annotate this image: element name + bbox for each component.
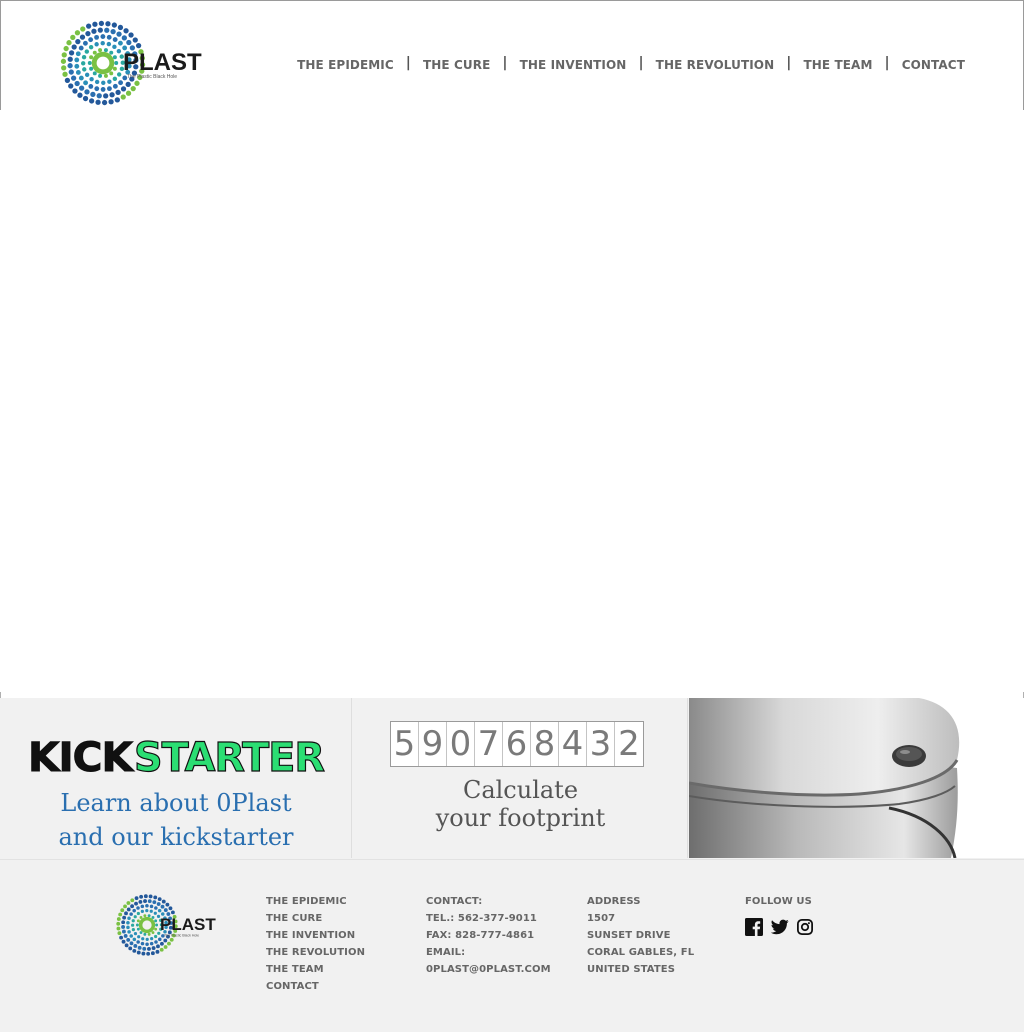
site-footer: PLAST The Plastic Black Hole THE EPIDEMIC… [0,859,1024,1034]
counter-digit: 7 [475,722,503,766]
kickstarter-panel[interactable]: KICK STARTER Learn about 0Plast and our … [0,698,352,858]
nav-separator: | [405,55,411,71]
kickstarter-text: Learn about 0Plast and our kickstarter [0,786,352,854]
address-line: SUNSET DRIVE [587,930,671,941]
contact-heading: CONTACT: [426,896,483,907]
nav-separator: | [884,55,890,71]
counter-digit: 9 [419,722,447,766]
footprint-calculator-panel[interactable]: 5 9 0 7 6 8 4 3 2 Calculate your footpri… [353,698,688,858]
footer-contact: CONTACT: TEL.: 562-377-9011 FAX: 828-777… [426,893,551,978]
calculator-line-1: Calculate [462,776,579,804]
nav-the-revolution[interactable]: THE REVOLUTION [656,58,775,72]
counter-digit: 6 [503,722,531,766]
counter-digit: 5 [391,722,419,766]
main-content-area [0,110,1024,698]
nav-separator: | [638,55,644,71]
svg-text:The Plastic Black Hole: The Plastic Black Hole [164,934,199,938]
logo-mark: PLASTThe Plastic Black Hole [116,894,216,956]
nav-the-team[interactable]: THE TEAM [803,58,872,72]
nav-separator: | [786,55,792,71]
footer-link-the-cure[interactable]: THE CURE [266,910,365,927]
counter-digit: 0 [447,722,475,766]
footer-address: ADDRESS 1507 SUNSET DRIVE CORAL GABLES, … [587,893,694,978]
footer-link-the-invention[interactable]: THE INVENTION [266,927,365,944]
footer-nav: THE EPIDEMIC THE CURE THE INVENTION THE … [266,893,365,995]
kickstarter-logo-starter: STARTER [134,735,324,778]
address-heading: ADDRESS [587,896,641,907]
svg-text:PLAST: PLAST [160,915,216,934]
footer-logo[interactable]: PLAST The Plastic Black Hole [114,893,232,957]
instagram-icon[interactable] [797,918,815,936]
twitter-icon[interactable] [771,918,789,936]
main-nav: THE EPIDEMIC | THE CURE | THE INVENTION … [297,55,965,73]
nav-contact[interactable]: CONTACT [902,58,965,72]
logo-mark: PLASTThe Plastic Black Hole [60,20,202,106]
follow-heading: FOLLOW US [745,896,812,907]
nav-the-cure[interactable]: THE CURE [423,58,490,72]
calculator-line-2: your footprint [435,804,606,832]
counter-digit: 8 [531,722,559,766]
calculator-text: Calculate your footprint [353,776,688,832]
contact-email-link[interactable]: 0PLAST@0PLAST.COM [426,961,551,978]
promo-band: KICK STARTER Learn about 0Plast and our … [0,698,1024,859]
footer-link-contact[interactable]: CONTACT [266,978,365,995]
contact-tel: TEL.: 562-377-9011 [426,913,537,924]
nav-the-invention[interactable]: THE INVENTION [520,58,627,72]
product-photo [689,698,1024,858]
product-image-panel[interactable] [689,698,1024,858]
site-header: PLAST The Plastic Black Hole THE EPIDEMIC… [0,0,1024,110]
nav-the-epidemic[interactable]: THE EPIDEMIC [297,58,394,72]
site-logo[interactable]: PLAST The Plastic Black Hole [57,19,227,107]
counter-digit: 4 [559,722,587,766]
kickstarter-line-1: Learn about 0Plast [60,789,292,817]
footer-link-the-team[interactable]: THE TEAM [266,961,365,978]
kickstarter-line-2: and our kickstarter [58,823,294,851]
contact-email-label: EMAIL: [426,947,466,958]
nav-separator: | [502,55,508,71]
facebook-icon[interactable] [745,918,763,936]
counter-digit: 2 [618,724,640,764]
footer-link-the-revolution[interactable]: THE REVOLUTION [266,944,365,961]
address-line: UNITED STATES [587,964,676,975]
address-line: 1507 [587,913,616,924]
kickstarter-logo-kick: KICK [28,735,135,778]
kickstarter-logo: KICK STARTER [28,734,326,778]
svg-text:PLAST: PLAST [123,49,202,76]
footer-follow: FOLLOW US [745,893,815,936]
footprint-counter: 5 9 0 7 6 8 4 3 2 [390,721,644,767]
footer-link-the-epidemic[interactable]: THE EPIDEMIC [266,893,365,910]
svg-text:The Plastic Black Hole: The Plastic Black Hole [127,74,177,80]
counter-digit: 3 [587,722,615,766]
address-line: CORAL GABLES, FL [587,947,695,958]
social-links [745,918,815,936]
contact-fax: FAX: 828-777-4861 [426,930,535,941]
